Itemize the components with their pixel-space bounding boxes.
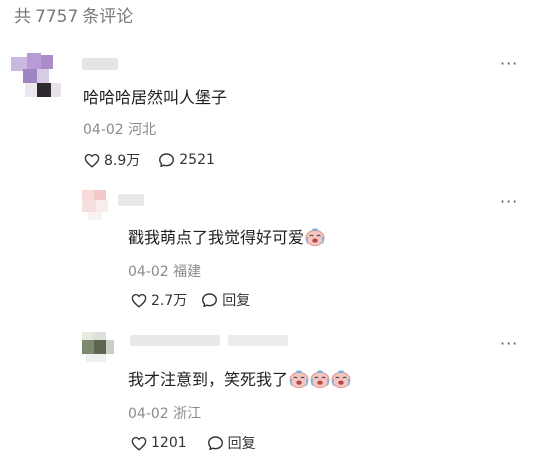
avatar[interactable] xyxy=(11,51,63,103)
like-count: 1201 xyxy=(151,435,187,451)
comment-meta: 04-02 福建 xyxy=(128,261,201,281)
more-options-button[interactable]: ··· xyxy=(500,194,518,210)
more-dots-icon: ··· xyxy=(500,192,519,211)
reply-label: 回复 xyxy=(222,293,251,309)
like-button[interactable]: 2.7万 xyxy=(131,290,187,310)
more-options-button[interactable]: ··· xyxy=(500,56,518,72)
reply-count: 2521 xyxy=(179,152,215,168)
comment-text: 我才注意到，笑死我了 xyxy=(128,370,289,389)
comment-date: 04-02 xyxy=(128,264,169,280)
comment-text: 哈哈哈居然叫人堡子 xyxy=(83,88,228,107)
reply-button[interactable]: 2521 xyxy=(158,152,215,168)
more-dots-icon: ··· xyxy=(500,334,519,353)
crying-laughing-emoji-icon xyxy=(289,370,309,388)
comment-location: 福建 xyxy=(173,264,202,280)
comment-actions: 8.9万 2521 xyxy=(84,150,215,170)
crying-laughing-emoji-icon xyxy=(305,228,325,246)
avatar[interactable] xyxy=(82,332,114,362)
username-redacted[interactable] xyxy=(82,58,118,70)
header-prefix: 共 xyxy=(14,7,31,27)
username-redacted[interactable] xyxy=(118,194,144,206)
heart-icon xyxy=(131,436,147,451)
comment-bubble-icon xyxy=(207,436,223,451)
comment-meta: 04-02 河北 xyxy=(83,119,156,139)
username-redacted-part xyxy=(228,335,288,346)
comment-text: 戳我萌点了我觉得好可爱 xyxy=(128,228,305,247)
heart-icon xyxy=(84,153,100,167)
reply-button[interactable]: 回复 xyxy=(201,290,250,310)
comment-meta: 04-02 浙江 xyxy=(128,403,201,423)
crying-laughing-emoji-icon xyxy=(310,370,330,388)
like-button[interactable]: 1201 xyxy=(131,435,187,451)
comment-bubble-icon xyxy=(202,293,218,308)
comment-actions: 2.7万 回复 xyxy=(131,290,250,310)
comment-bubble-icon xyxy=(159,153,175,168)
reply-label: 回复 xyxy=(227,436,256,452)
comments-header: 共 7757 条评论 xyxy=(14,2,133,27)
comment-location: 河北 xyxy=(128,122,157,138)
comment-actions: 1201 回复 xyxy=(131,433,256,453)
comment-text-row: 戳我萌点了我觉得好可爱 xyxy=(128,224,325,248)
comment-text-row: 我才注意到，笑死我了 xyxy=(128,366,351,390)
reply-button[interactable]: 回复 xyxy=(207,433,256,453)
header-suffix: 条评论 xyxy=(82,7,134,27)
more-dots-icon: ··· xyxy=(500,54,519,73)
username-redacted[interactable] xyxy=(130,335,220,346)
comment-date: 04-02 xyxy=(128,406,169,422)
comment-date: 04-02 xyxy=(83,122,124,138)
crying-laughing-emoji-icon xyxy=(331,370,351,388)
more-options-button[interactable]: ··· xyxy=(500,336,518,352)
like-count: 8.9万 xyxy=(104,153,141,169)
comment-location: 浙江 xyxy=(173,406,202,422)
comment-count: 7757 xyxy=(35,7,79,27)
like-count: 2.7万 xyxy=(151,293,188,309)
heart-icon xyxy=(131,293,147,308)
avatar[interactable] xyxy=(80,190,116,220)
like-button[interactable]: 8.9万 xyxy=(84,150,140,170)
